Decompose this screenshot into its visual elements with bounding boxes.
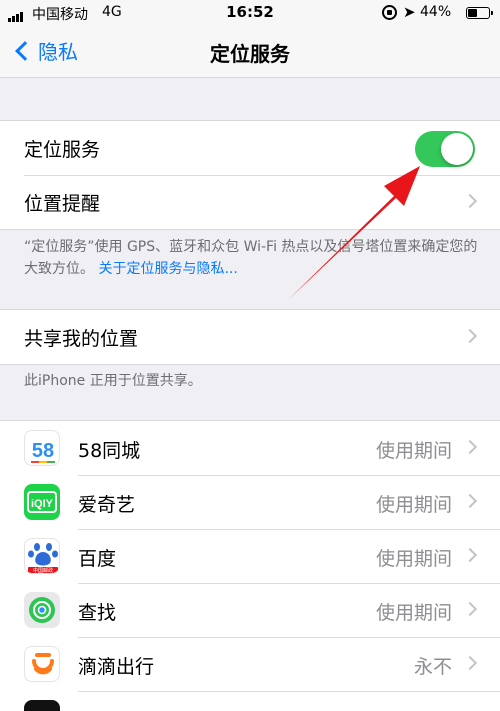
share-location-row[interactable]: 共享我的位置 [0,310,500,364]
location-privacy-link[interactable]: 关于定位服务与隐私... [98,261,237,277]
chevron-right-icon [462,493,478,509]
share-location-group: 共享我的位置 [0,309,500,365]
chevron-right-icon [462,547,478,563]
app-row-baidu[interactable]: 中国邮政 百度 使用期间 [0,529,500,583]
location-footnote-text: “定位服务”使用 GPS、蓝牙和众包 Wi-Fi 热点以及信号塔位置来确定您的大… [24,239,478,277]
app-row-findmy[interactable]: 查找 使用期间 [0,583,500,637]
status-bar: 中国移动 4G 16:52 ➤ 44% [0,0,500,26]
location-footnote: “定位服务”使用 GPS、蓝牙和众包 Wi-Fi 热点以及信号塔位置来确定您的大… [24,236,484,280]
app-baidu-icon: 中国邮政 [24,538,60,574]
page-title: 定位服务 [210,42,290,66]
chevron-right-icon [462,601,478,617]
app-name: 百度 [78,548,117,570]
app-row-58[interactable]: 58 58同城 使用期间 [0,421,500,475]
navigation-bar: 隐私 定位服务 [0,26,500,78]
location-services-label: 定位服务 [24,138,101,161]
app-58-icon: 58 [24,430,60,466]
app-permission-status: 永不 [413,656,452,678]
location-alerts-label: 位置提醒 [24,192,101,215]
app-permission-status: 使用期间 [375,548,452,570]
app-row-didi[interactable]: 滴滴出行 永不 [0,637,500,691]
app-name: 滴滴出行 [78,656,155,678]
share-footnote: 此iPhone 正用于位置共享。 [24,370,484,392]
chevron-right-icon [462,193,478,209]
location-services-row: 定位服务 [0,121,500,175]
chevron-right-icon [462,439,478,455]
app-name: 查找 [78,602,117,624]
share-location-label: 共享我的位置 [24,327,139,350]
app-baidu-icon-text: 中国邮政 [33,567,53,574]
location-settings-group: 定位服务 位置提醒 [0,120,500,230]
app-iqiyi-icon: iQIY [24,484,60,520]
app-58-icon-text: 58 [32,440,54,462]
app-permission-status: 使用期间 [375,494,452,516]
app-didi-icon [24,646,60,682]
app-name: 58同城 [78,440,141,462]
app-permission-status: 使用期间 [375,440,452,462]
app-permission-status: 使用期间 [375,602,452,624]
app-row-iqiyi[interactable]: iQIY 爱奇艺 使用期间 [0,475,500,529]
app-row-partial[interactable] [0,691,500,711]
orientation-lock-icon [382,5,397,20]
battery-icon [466,7,493,19]
battery-percent: 44% [420,4,452,20]
location-icon: ➤ [403,3,416,21]
app-findmy-icon [24,592,60,628]
chevron-right-icon [462,655,478,671]
location-alerts-row[interactable]: 位置提醒 [0,175,500,229]
share-footnote-text: 此iPhone 正用于位置共享。 [24,373,202,389]
apps-list: 58 58同城 使用期间 iQIY 爱奇艺 使用期间 中国邮政 百度 使用期间 … [0,420,500,711]
app-name: 爱奇艺 [78,494,136,516]
app-tiktok-icon [24,700,60,711]
app-iqiyi-icon-text: iQIY [31,498,54,510]
chevron-right-icon [462,328,478,344]
location-services-toggle[interactable] [415,131,475,167]
